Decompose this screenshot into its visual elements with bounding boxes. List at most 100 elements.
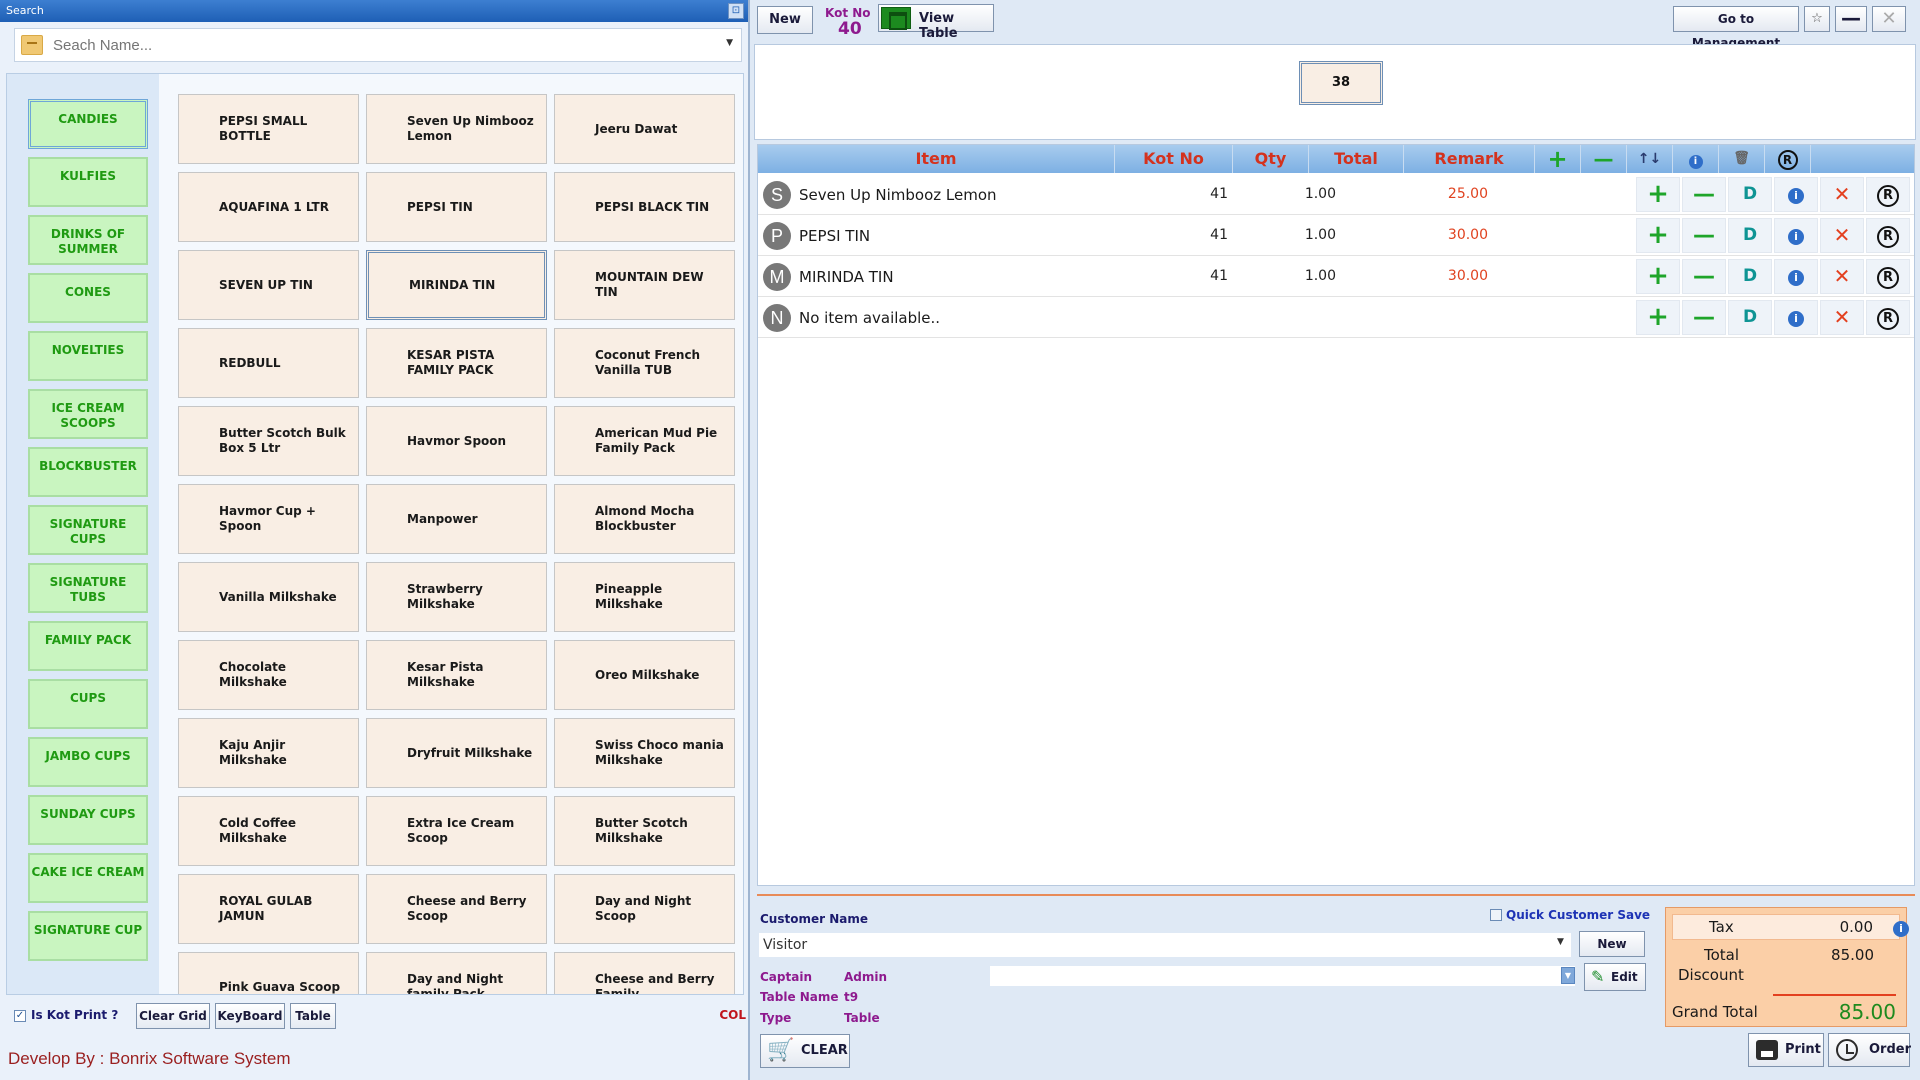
- header-qty[interactable]: Qty: [1233, 145, 1309, 173]
- register-button[interactable]: R: [1866, 300, 1910, 335]
- delete-button[interactable]: ✕: [1820, 218, 1864, 253]
- menu-item-button[interactable]: Day and Night family Pack: [366, 952, 547, 994]
- menu-item-button[interactable]: Almond Mocha Blockbuster: [554, 484, 735, 554]
- menu-item-button[interactable]: Seven Up Nimbooz Lemon: [366, 94, 547, 164]
- menu-item-button[interactable]: Havmor Spoon: [366, 406, 547, 476]
- increase-qty-button[interactable]: +: [1636, 259, 1680, 294]
- discount-button[interactable]: D: [1728, 259, 1772, 294]
- discount-button[interactable]: D: [1728, 177, 1772, 212]
- view-table-button[interactable]: View Table: [878, 4, 994, 41]
- category-button[interactable]: SIGNATURE TUBS: [28, 563, 148, 613]
- decrease-qty-button[interactable]: —: [1682, 300, 1726, 335]
- clear-grid-button[interactable]: Clear Grid: [136, 1003, 210, 1029]
- edit-button[interactable]: ✎ Edit: [1584, 963, 1646, 991]
- menu-item-button[interactable]: MIRINDA TIN: [366, 250, 547, 320]
- info-icon[interactable]: i: [1893, 921, 1909, 937]
- menu-item-button[interactable]: Cold Coffee Milkshake: [178, 796, 359, 866]
- info-button[interactable]: i: [1774, 259, 1818, 294]
- close-icon[interactable]: ✕: [1872, 6, 1906, 32]
- category-button[interactable]: DRINKS OF SUMMER: [28, 215, 148, 265]
- category-button[interactable]: JAMBO CUPS: [28, 737, 148, 787]
- category-button[interactable]: SIGNATURE CUPS: [28, 505, 148, 555]
- menu-item-button[interactable]: Oreo Milkshake: [554, 640, 735, 710]
- quick-customer-save-checkbox[interactable]: [1490, 909, 1502, 921]
- menu-item-button[interactable]: Strawberry Milkshake: [366, 562, 547, 632]
- increase-qty-button[interactable]: +: [1636, 177, 1680, 212]
- register-button[interactable]: R: [1866, 259, 1910, 294]
- order-row[interactable]: N No item available.. + — Di ✕ R: [758, 298, 1914, 338]
- delete-button[interactable]: ✕: [1820, 259, 1864, 294]
- category-button[interactable]: ICE CREAM SCOOPS: [28, 389, 148, 439]
- menu-item-button[interactable]: Swiss Choco mania Milkshake: [554, 718, 735, 788]
- category-button[interactable]: CANDIES: [28, 99, 148, 149]
- menu-item-button[interactable]: SEVEN UP TIN: [178, 250, 359, 320]
- discount-field[interactable]: [1773, 994, 1896, 996]
- delete-button[interactable]: ✕: [1820, 177, 1864, 212]
- category-button[interactable]: BLOCKBUSTER: [28, 447, 148, 497]
- menu-item-button[interactable]: PEPSI BLACK TIN: [554, 172, 735, 242]
- menu-item-button[interactable]: American Mud Pie Family Pack: [554, 406, 735, 476]
- category-button[interactable]: SIGNATURE CUP: [28, 911, 148, 961]
- menu-item-button[interactable]: Manpower: [366, 484, 547, 554]
- menu-item-button[interactable]: Dryfruit Milkshake: [366, 718, 547, 788]
- decrease-qty-button[interactable]: —: [1682, 177, 1726, 212]
- menu-item-button[interactable]: Pink Guava Scoop: [178, 952, 359, 994]
- category-button[interactable]: KULFIES: [28, 157, 148, 207]
- decrease-qty-button[interactable]: —: [1682, 218, 1726, 253]
- category-button[interactable]: SUNDAY CUPS: [28, 795, 148, 845]
- order-button[interactable]: Order: [1828, 1033, 1911, 1067]
- captain-select[interactable]: ▼: [990, 966, 1575, 986]
- go-to-management-button[interactable]: Go to Management: [1673, 6, 1799, 50]
- search-combobox[interactable]: ▼: [14, 28, 742, 62]
- discount-button[interactable]: D: [1728, 218, 1772, 253]
- table-tile[interactable]: 38: [1299, 61, 1383, 105]
- menu-item-button[interactable]: Kaju Anjir Milkshake: [178, 718, 359, 788]
- menu-item-button[interactable]: Butter Scotch Milkshake: [554, 796, 735, 866]
- order-row[interactable]: P PEPSI TIN 41 1.00 30.00 + — Di ✕ R: [758, 216, 1914, 256]
- clear-button[interactable]: 🛒 CLEAR: [760, 1034, 850, 1068]
- new-order-button[interactable]: New: [757, 6, 813, 34]
- keyboard-button[interactable]: KeyBoard: [215, 1003, 285, 1029]
- chevron-down-icon[interactable]: ▼: [726, 38, 733, 48]
- chevron-down-icon[interactable]: ▼: [1557, 937, 1564, 947]
- header-item[interactable]: Item: [758, 145, 1115, 173]
- header-kot-no[interactable]: Kot No: [1115, 145, 1233, 173]
- menu-item-button[interactable]: Pineapple Milkshake: [554, 562, 735, 632]
- table-button[interactable]: Table: [290, 1003, 336, 1029]
- info-button[interactable]: i: [1774, 300, 1818, 335]
- increase-qty-button[interactable]: +: [1636, 300, 1680, 335]
- info-button[interactable]: i: [1774, 177, 1818, 212]
- decrease-qty-button[interactable]: —: [1682, 259, 1726, 294]
- menu-item-button[interactable]: ROYAL GULAB JAMUN: [178, 874, 359, 944]
- pin-icon[interactable]: ☆: [1804, 6, 1830, 32]
- menu-item-button[interactable]: Butter Scotch Bulk Box 5 Ltr: [178, 406, 359, 476]
- minimize-icon[interactable]: —: [1835, 6, 1867, 32]
- menu-item-button[interactable]: Havmor Cup + Spoon: [178, 484, 359, 554]
- delete-button[interactable]: ✕: [1820, 300, 1864, 335]
- order-row[interactable]: M MIRINDA TIN 41 1.00 30.00 + — Di ✕ R: [758, 257, 1914, 297]
- menu-item-button[interactable]: PEPSI SMALL BOTTLE: [178, 94, 359, 164]
- pin-icon[interactable]: ⊡: [728, 3, 744, 19]
- increase-qty-button[interactable]: +: [1636, 218, 1680, 253]
- header-remark[interactable]: Remark: [1404, 145, 1535, 173]
- chevron-down-icon[interactable]: ▼: [1561, 967, 1575, 984]
- print-button[interactable]: Print: [1748, 1033, 1824, 1067]
- category-button[interactable]: CAKE ICE CREAM: [28, 853, 148, 903]
- menu-item-button[interactable]: Day and Night Scoop: [554, 874, 735, 944]
- header-total[interactable]: Total: [1309, 145, 1404, 173]
- menu-item-button[interactable]: Cheese and Berry Scoop: [366, 874, 547, 944]
- menu-item-button[interactable]: Cheese and Berry Family: [554, 952, 735, 994]
- menu-item-button[interactable]: REDBULL: [178, 328, 359, 398]
- menu-item-button[interactable]: Coconut French Vanilla TUB: [554, 328, 735, 398]
- menu-item-button[interactable]: Chocolate Milkshake: [178, 640, 359, 710]
- register-button[interactable]: R: [1866, 218, 1910, 253]
- order-row[interactable]: S Seven Up Nimbooz Lemon 41 1.00 25.00 + — Di ✕ R: [758, 175, 1914, 215]
- category-button[interactable]: CUPS: [28, 679, 148, 729]
- category-button[interactable]: NOVELTIES: [28, 331, 148, 381]
- category-button[interactable]: CONES: [28, 273, 148, 323]
- discount-button[interactable]: D: [1728, 300, 1772, 335]
- menu-item-button[interactable]: PEPSI TIN: [366, 172, 547, 242]
- menu-item-button[interactable]: Jeeru Dawat: [554, 94, 735, 164]
- info-button[interactable]: i: [1774, 218, 1818, 253]
- customer-name-field[interactable]: Visitor: [759, 933, 1571, 957]
